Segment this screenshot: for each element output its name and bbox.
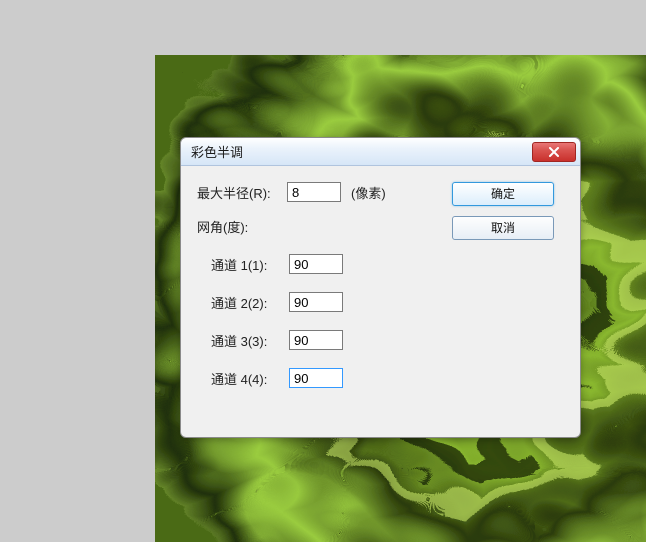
channel3-label: 通道 3(3): xyxy=(211,331,289,350)
cancel-button[interactable]: 取消 xyxy=(452,216,554,240)
unit-label: (像素) xyxy=(351,183,386,202)
channel1-input[interactable] xyxy=(289,254,343,274)
max-radius-label: 最大半径(R): xyxy=(197,183,287,202)
buttons-column: 确定 取消 xyxy=(452,180,564,400)
dialog-titlebar[interactable]: 彩色半调 xyxy=(181,138,580,166)
close-icon xyxy=(548,147,560,157)
max-radius-input[interactable] xyxy=(287,182,341,202)
channel3-input[interactable] xyxy=(289,330,343,350)
channel2-input[interactable] xyxy=(289,292,343,312)
color-halftone-dialog: 彩色半调 最大半径(R): (像素) 网角(度): 通道 1(1): 通道 2(… xyxy=(180,137,581,438)
channel4-label: 通道 4(4): xyxy=(211,369,289,388)
dialog-body: 最大半径(R): (像素) 网角(度): 通道 1(1): 通道 2(2): 通… xyxy=(181,166,580,414)
dialog-title: 彩色半调 xyxy=(191,142,532,161)
ok-button[interactable]: 确定 xyxy=(452,182,554,206)
fields-column: 最大半径(R): (像素) 网角(度): 通道 1(1): 通道 2(2): 通… xyxy=(197,180,452,400)
screen-angle-label: 网角(度): xyxy=(197,217,248,236)
close-button[interactable] xyxy=(532,142,576,162)
channel4-input[interactable] xyxy=(289,368,343,388)
channel1-label: 通道 1(1): xyxy=(211,255,289,274)
channel2-label: 通道 2(2): xyxy=(211,293,289,312)
